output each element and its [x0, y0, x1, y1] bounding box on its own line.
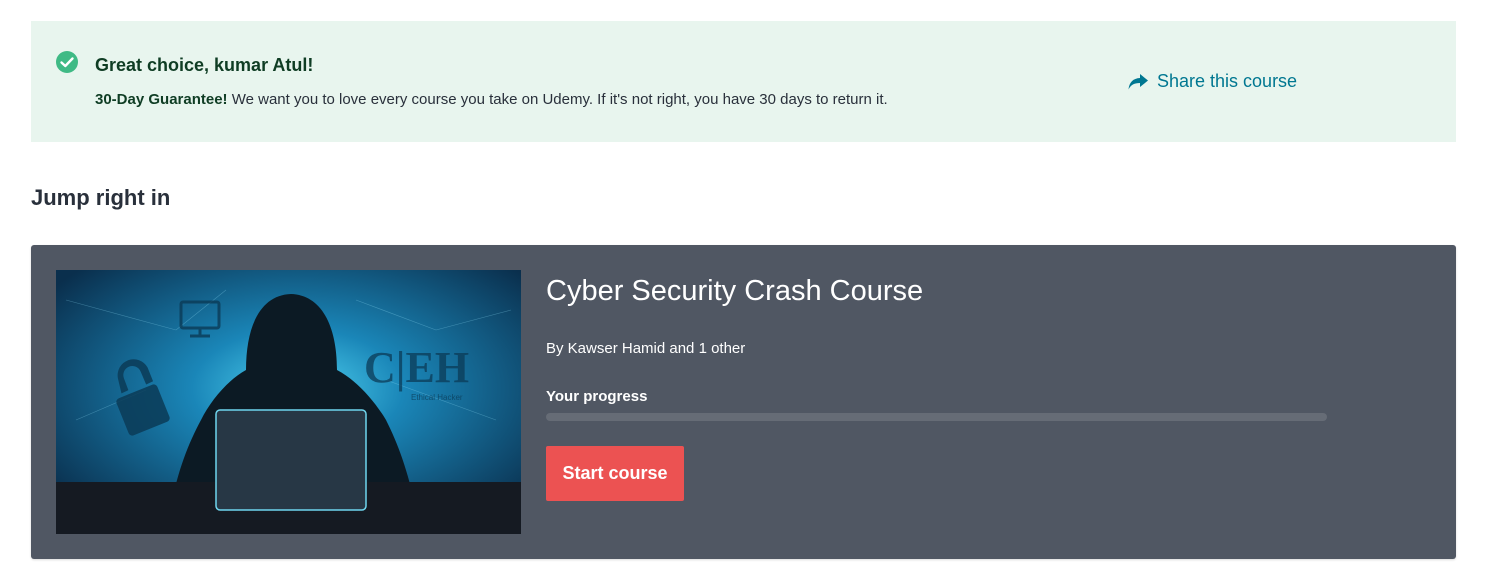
purchase-success-banner: Great choice, kumar Atul! 30-Day Guarant… [31, 21, 1456, 142]
guarantee-text: 30-Day Guarantee! We want you to love ev… [95, 91, 888, 108]
guarantee-bold: 30-Day Guarantee! [95, 91, 228, 108]
banner-title: Great choice, kumar Atul! [95, 55, 314, 75]
progress-bar [546, 413, 1327, 421]
share-arrow-icon [1128, 73, 1148, 89]
laptop-graphic [215, 409, 367, 511]
progress-label: Your progress [546, 388, 648, 405]
ceh-subtext: Ethical Hacker [411, 393, 463, 402]
share-course-label: Share this course [1157, 71, 1298, 91]
ceh-text: C|EH [364, 343, 469, 392]
guarantee-message: We want you to love every course you tak… [227, 91, 888, 108]
start-course-button[interactable]: Start course [546, 446, 684, 501]
course-thumbnail[interactable]: C|EH Ethical Hacker [56, 270, 521, 534]
course-card: C|EH Ethical Hacker Cyber Security Crash… [31, 245, 1456, 559]
course-thumbnail-art: C|EH Ethical Hacker [56, 270, 521, 534]
course-title[interactable]: Cyber Security Crash Course [546, 275, 923, 308]
share-course-link[interactable]: Share this course [1127, 71, 1297, 92]
course-author: By Kawser Hamid and 1 other [546, 340, 746, 357]
section-title: Jump right in [31, 185, 171, 210]
check-circle-icon [56, 51, 78, 73]
